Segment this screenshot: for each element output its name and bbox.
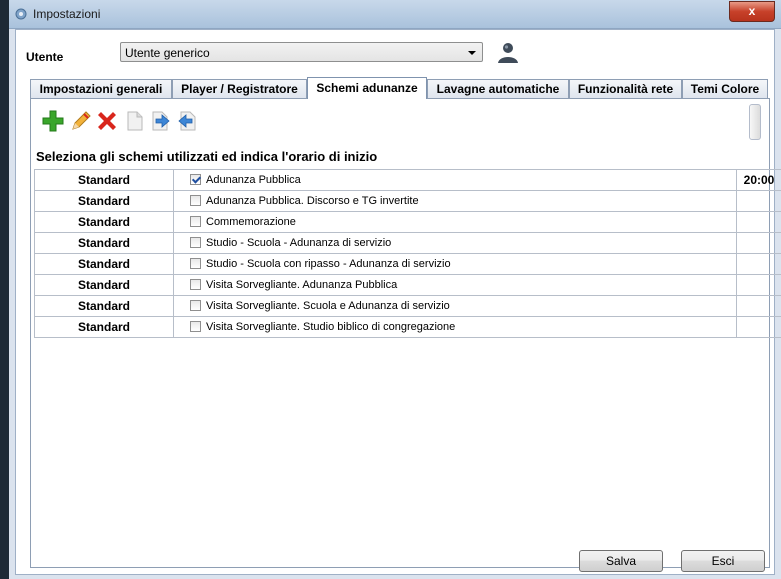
section-title: Seleziona gli schemi utilizzati ed indic… bbox=[36, 149, 378, 164]
row-name-cell[interactable]: Visita Sorvegliante. Scuola e Adunanza d… bbox=[173, 295, 737, 317]
tab-funzionalita-rete[interactable]: Funzionalità rete bbox=[569, 79, 682, 98]
table-row[interactable]: Standard Studio - Scuola con ripasso - A… bbox=[34, 253, 781, 275]
close-button[interactable]: x bbox=[729, 1, 775, 22]
row-name-cell[interactable]: Studio - Scuola con ripasso - Adunanza d… bbox=[173, 253, 737, 275]
move-left-icon[interactable] bbox=[175, 109, 199, 133]
row-time[interactable] bbox=[736, 190, 781, 212]
row-time[interactable] bbox=[736, 211, 781, 233]
row-name: Commemorazione bbox=[206, 216, 296, 228]
schemi-table: Standard Adunanza Pubblica 20:00 Standar… bbox=[34, 169, 781, 338]
add-icon[interactable] bbox=[41, 109, 65, 133]
row-type: Standard bbox=[34, 232, 174, 254]
row-time[interactable] bbox=[736, 295, 781, 317]
schema-checkbox[interactable] bbox=[190, 195, 201, 206]
row-time[interactable] bbox=[736, 274, 781, 296]
table-row[interactable]: Standard Commemorazione bbox=[34, 211, 781, 233]
row-time[interactable] bbox=[736, 253, 781, 275]
tab-temi-colore[interactable]: Temi Colore bbox=[682, 79, 768, 98]
edit-pencil-icon[interactable] bbox=[69, 109, 93, 133]
copy-document-icon[interactable] bbox=[123, 109, 147, 133]
schema-checkbox[interactable] bbox=[190, 300, 201, 311]
toolbar bbox=[35, 104, 765, 140]
row-type: Standard bbox=[34, 253, 174, 275]
schema-checkbox[interactable] bbox=[190, 258, 201, 269]
window-title: Impostazioni bbox=[33, 7, 101, 21]
schema-checkbox[interactable] bbox=[190, 321, 201, 332]
table-row[interactable]: Standard Adunanza Pubblica. Discorso e T… bbox=[34, 190, 781, 212]
table-row[interactable]: Standard Visita Sorvegliante. Scuola e A… bbox=[34, 295, 781, 317]
user-label: Utente bbox=[26, 50, 64, 64]
app-settings-icon bbox=[15, 8, 27, 20]
row-name-cell[interactable]: Studio - Scuola - Adunanza di servizio bbox=[173, 232, 737, 254]
toolbar-scroll-handle[interactable] bbox=[749, 104, 761, 140]
row-type: Standard bbox=[34, 274, 174, 296]
exit-button[interactable]: Esci bbox=[681, 550, 765, 572]
schema-checkbox[interactable] bbox=[190, 237, 201, 248]
row-type: Standard bbox=[34, 295, 174, 317]
row-name: Studio - Scuola - Adunanza di servizio bbox=[206, 237, 392, 249]
desktop-edge bbox=[0, 0, 9, 579]
row-time[interactable] bbox=[736, 316, 781, 338]
row-type: Standard bbox=[34, 211, 174, 233]
tab-strip: Impostazioni generali Player / Registrat… bbox=[30, 77, 770, 99]
row-name: Studio - Scuola con ripasso - Adunanza d… bbox=[206, 258, 451, 270]
schema-checkbox[interactable] bbox=[190, 279, 201, 290]
row-time[interactable] bbox=[736, 232, 781, 254]
title-bar[interactable]: Impostazioni x bbox=[9, 0, 781, 29]
table-row[interactable]: Standard Adunanza Pubblica 20:00 bbox=[34, 169, 781, 191]
tab-impostazioni-generali[interactable]: Impostazioni generali bbox=[30, 79, 172, 98]
row-name: Visita Sorvegliante. Studio biblico di c… bbox=[206, 321, 456, 333]
row-type: Standard bbox=[34, 316, 174, 338]
row-name-cell[interactable]: Adunanza Pubblica. Discorso e TG inverti… bbox=[173, 190, 737, 212]
table-row[interactable]: Standard Visita Sorvegliante. Studio bib… bbox=[34, 316, 781, 338]
row-type: Standard bbox=[34, 169, 174, 191]
schema-checkbox[interactable] bbox=[190, 216, 201, 227]
row-name: Visita Sorvegliante. Scuola e Adunanza d… bbox=[206, 300, 450, 312]
user-dropdown[interactable]: Utente generico bbox=[120, 42, 483, 62]
row-name-cell[interactable]: Visita Sorvegliante. Adunanza Pubblica bbox=[173, 274, 737, 296]
settings-window: Impostazioni x Utente Utente generico Im… bbox=[9, 0, 781, 579]
window-client: Utente Utente generico Impostazioni gene… bbox=[15, 29, 781, 575]
user-dropdown-value: Utente generico bbox=[125, 46, 210, 60]
save-button[interactable]: Salva bbox=[579, 550, 663, 572]
delete-icon[interactable] bbox=[95, 109, 119, 133]
table-row[interactable]: Standard Studio - Scuola - Adunanza di s… bbox=[34, 232, 781, 254]
table-row[interactable]: Standard Visita Sorvegliante. Adunanza P… bbox=[34, 274, 781, 296]
row-name-cell[interactable]: Adunanza Pubblica bbox=[173, 169, 737, 191]
move-right-icon[interactable] bbox=[149, 109, 173, 133]
tab-lavagne-automatiche[interactable]: Lavagne automatiche bbox=[427, 79, 569, 98]
schema-checkbox[interactable] bbox=[190, 174, 201, 185]
row-name: Visita Sorvegliante. Adunanza Pubblica bbox=[206, 279, 398, 291]
row-name: Adunanza Pubblica. Discorso e TG inverti… bbox=[206, 195, 419, 207]
row-name-cell[interactable]: Commemorazione bbox=[173, 211, 737, 233]
row-type: Standard bbox=[34, 190, 174, 212]
schemi-adunanze-panel: Seleziona gli schemi utilizzati ed indic… bbox=[30, 98, 781, 568]
row-time[interactable]: 20:00 bbox=[736, 169, 781, 191]
user-profile-icon[interactable] bbox=[496, 40, 520, 64]
row-name-cell[interactable]: Visita Sorvegliante. Studio biblico di c… bbox=[173, 316, 737, 338]
tab-player-registratore[interactable]: Player / Registratore bbox=[172, 79, 307, 98]
row-name: Adunanza Pubblica bbox=[206, 174, 301, 186]
tab-schemi-adunanze[interactable]: Schemi adunanze bbox=[307, 77, 427, 99]
chevron-down-icon bbox=[468, 51, 476, 55]
